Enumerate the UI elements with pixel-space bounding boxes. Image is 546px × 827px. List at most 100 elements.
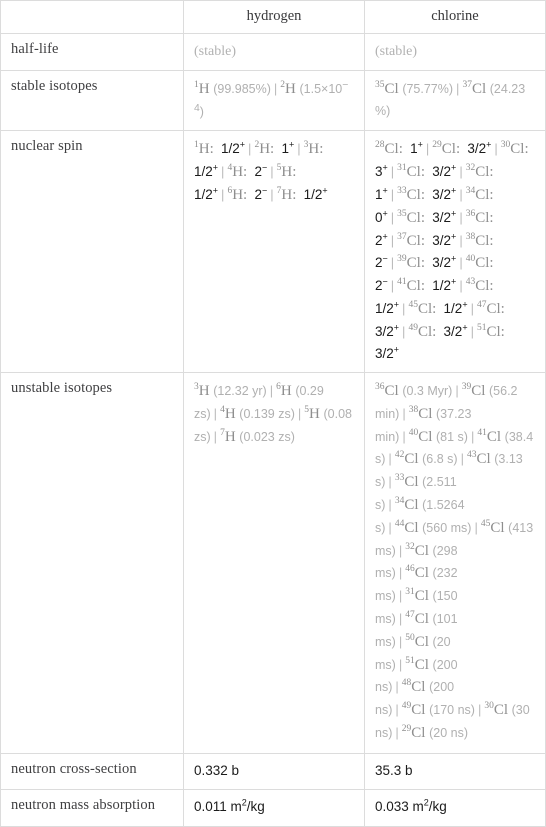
spin-value: 3+ [375,162,388,180]
mass-number: 1 [194,140,199,151]
isotope-note: (0.023 zs) [239,429,295,444]
separator: | [269,383,274,399]
mass-number: 39 [461,382,472,393]
value-text: 0.332 b [194,762,240,778]
spin-colon: : [489,209,494,226]
spin-value: 3/2+ [467,139,492,157]
separator: | [398,656,403,672]
isotope-symbol: 6H [227,185,244,203]
spin-colon: : [432,323,437,340]
spin-colon: : [270,141,275,158]
mass-number: 5 [276,163,282,174]
mass-number: 4 [220,404,225,415]
isotope-symbol: 35Cl [375,80,399,98]
table-header: hydrogen chlorine [0,0,546,34]
isotope-symbol: 40Cl [465,254,490,272]
mass-number: 37 [397,231,407,242]
separator: | [402,428,406,444]
spin-colon: : [243,186,248,203]
separator: | [459,278,463,294]
mass-number: 2 [280,80,286,91]
spin-value: 1/2+ [194,185,219,202]
isotope-symbol: 7H [220,427,236,445]
separator: | [494,141,498,157]
isotope-symbol: 42Cl [394,450,419,468]
isotope-note: (170 ns) [429,703,475,718]
spin-value: 1/2+ [303,185,328,202]
spin-colon: : [292,164,297,181]
mass-number: 7 [220,427,225,438]
spin-colon: : [420,209,426,226]
mass-number: 45 [480,518,491,529]
table-row: half-life (stable) (stable) [0,32,546,72]
spin-colon: : [500,323,505,340]
table-row: neutron cross-section 0.332 b 35.3 b [0,752,546,791]
mass-number: 46 [405,564,415,575]
isotope-symbol: 51Cl [405,655,429,673]
isotope-symbol: 43Cl [465,277,490,295]
stable-text: (stable) [375,44,417,59]
mass-number: 35 [375,80,385,91]
separator: | [213,405,218,421]
separator: | [390,278,395,294]
spin-value: 0+ [375,208,388,225]
isotope-symbol: 33Cl [394,473,419,491]
spin-colon: : [432,300,437,317]
separator: | [398,565,403,581]
cell-stable-isotopes-chlorine: 35Cl (75.77%) | 37Cl (24.23%) [364,70,546,132]
mass-number: 3 [194,382,199,393]
stable-text: (stable) [194,44,236,59]
isotope-symbol: 2H [280,80,296,98]
mass-number: 34 [394,496,405,507]
spin-colon: : [398,141,403,158]
isotope-symbol: 29Cl [432,140,456,158]
cell-half-life-chlorine: (stable) [364,32,546,72]
separator: | [395,702,399,718]
isotope-symbol: 49Cl [408,322,433,340]
isotope-symbol: 5H [304,404,320,422]
isotope-symbol: 41Cl [477,427,502,445]
mass-number: 38 [408,404,419,415]
mass-number: 45 [408,299,418,310]
spin-colon: : [292,186,297,203]
isotope-note: (81 s) [436,429,468,444]
isotope-symbol: 45Cl [480,518,505,536]
separator: | [388,474,392,490]
isotope-symbol: 7H [276,185,293,203]
header-cell-chlorine: chlorine [364,0,546,34]
cell-neutron-cross-section-chlorine: 35.3 b [364,752,546,791]
isotope-symbol: 39Cl [461,382,486,400]
spin-colon: : [420,255,426,272]
row-label-stable-isotopes: stable isotopes [0,70,184,132]
spin-colon: : [500,300,505,317]
spin-value: 2− [375,276,388,294]
mass-number: 29 [432,140,442,151]
isotope-note: (6.8 s) [422,452,458,467]
spin-colon: : [489,164,494,181]
isotope-symbol: 2H [254,140,271,158]
separator: | [390,164,395,180]
spin-value: 1/2+ [194,162,219,180]
mass-number: 29 [401,724,412,735]
separator: | [460,451,464,467]
row-label-neutron-mass-absorption: neutron mass absorption [0,789,184,827]
mass-number: 48 [401,678,412,689]
isotope-symbol: 37Cl [462,80,487,98]
spin-colon: : [420,232,426,249]
isotope-symbol: 32Cl [465,163,490,181]
separator: | [398,542,403,558]
separator: | [297,405,302,421]
spin-colon: : [489,255,494,272]
spin-value: 3/2+ [432,185,457,202]
spin-colon: : [420,186,426,203]
table-row: unstable isotopes 3H (12.32 yr) | 6H (0.29… [0,372,546,754]
mass-number: 4 [227,163,233,174]
spin-value: 1/2+ [432,276,457,294]
isotope-properties-table: hydrogen chlorine half-life (stable) (st… [0,0,546,827]
isotope-symbol: 51Cl [476,322,501,340]
value-text: 0.033 m2/kg [375,797,447,815]
header-cell-blank [0,0,184,34]
spin-colon: : [420,278,426,295]
separator: | [398,611,403,627]
separator: | [455,383,459,399]
